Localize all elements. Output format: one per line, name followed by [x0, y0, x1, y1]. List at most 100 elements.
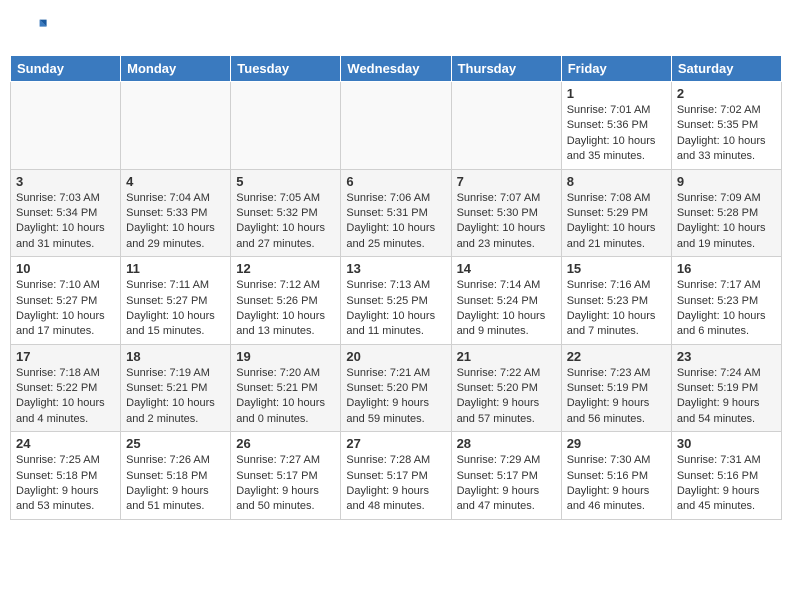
calendar-cell: 1 Sunrise: 7:01 AM Sunset: 5:36 PM Daylig…	[561, 82, 671, 170]
cell-info: Sunrise: 7:02 AM Sunset: 5:35 PM Dayligh…	[677, 103, 776, 165]
day-number: 3	[16, 174, 115, 189]
day-number: 15	[567, 261, 666, 276]
day-number: 25	[126, 436, 225, 451]
calendar-cell	[121, 82, 231, 170]
cell-info: Sunrise: 7:29 AM Sunset: 5:17 PM Dayligh…	[457, 453, 556, 515]
calendar-cell: 22Sunrise: 7:23 AM Sunset: 5:19 PM Dayli…	[561, 344, 671, 432]
calendar-cell: 18 Sunrise: 7:19 AM Sunset: 5:21 PM Dayli…	[121, 344, 231, 432]
cell-info: Sunrise: 7:21 AM Sunset: 5:20 PM Dayligh…	[346, 366, 445, 428]
cell-info: Sunrise: 7:25 AM Sunset: 5:18 PM Dayligh…	[16, 453, 115, 515]
calendar-table: SundayMondayTuesdayWednesdayThursdayFrid…	[10, 55, 782, 520]
day-number: 23	[677, 349, 776, 364]
calendar-week-row: 1 Sunrise: 7:01 AM Sunset: 5:36 PM Daylig…	[11, 82, 782, 170]
cell-info: Sunrise: 7:09 AM Sunset: 5:28 PM Dayligh…	[677, 191, 776, 253]
calendar-cell: 5 Sunrise: 7:05 AM Sunset: 5:32 PM Daylig…	[231, 169, 341, 257]
cell-info: Sunrise: 7:24 AM Sunset: 5:19 PM Dayligh…	[677, 366, 776, 428]
calendar-cell: 14 Sunrise: 7:14 AM Sunset: 5:24 PM Dayli…	[451, 257, 561, 345]
calendar-cell: 16 Sunrise: 7:17 AM Sunset: 5:23 PM Dayli…	[671, 257, 781, 345]
day-number: 19	[236, 349, 335, 364]
cell-info: Sunrise: 7:19 AM Sunset: 5:21 PM Dayligh…	[126, 366, 225, 428]
calendar-cell: 25 Sunrise: 7:26 AM Sunset: 5:18 PM Dayli…	[121, 432, 231, 520]
cell-info: Sunrise: 7:07 AM Sunset: 5:30 PM Dayligh…	[457, 191, 556, 253]
cell-info: Sunrise: 7:31 AM Sunset: 5:16 PM Dayligh…	[677, 453, 776, 515]
calendar-cell: 13 Sunrise: 7:13 AM Sunset: 5:25 PM Dayli…	[341, 257, 451, 345]
weekday-header-monday: Monday	[121, 56, 231, 82]
day-number: 20	[346, 349, 445, 364]
weekday-header-thursday: Thursday	[451, 56, 561, 82]
calendar-week-row: 17 Sunrise: 7:18 AM Sunset: 5:22 PM Dayli…	[11, 344, 782, 432]
calendar-cell: 10Sunrise: 7:10 AM Sunset: 5:27 PM Dayli…	[11, 257, 121, 345]
day-number: 18	[126, 349, 225, 364]
weekday-header-saturday: Saturday	[671, 56, 781, 82]
calendar-cell: 30 Sunrise: 7:31 AM Sunset: 5:16 PM Dayli…	[671, 432, 781, 520]
cell-info: Sunrise: 7:27 AM Sunset: 5:17 PM Dayligh…	[236, 453, 335, 515]
day-number: 9	[677, 174, 776, 189]
day-number: 2	[677, 86, 776, 101]
calendar-cell	[231, 82, 341, 170]
calendar-cell: 27 Sunrise: 7:28 AM Sunset: 5:17 PM Dayli…	[341, 432, 451, 520]
logo	[20, 18, 50, 47]
day-number: 16	[677, 261, 776, 276]
day-number: 28	[457, 436, 556, 451]
day-number: 30	[677, 436, 776, 451]
cell-info: Sunrise: 7:10 AM Sunset: 5:27 PM Dayligh…	[16, 278, 115, 340]
cell-info: Sunrise: 7:30 AM Sunset: 5:16 PM Dayligh…	[567, 453, 666, 515]
calendar-cell: 3 Sunrise: 7:03 AM Sunset: 5:34 PM Daylig…	[11, 169, 121, 257]
calendar-cell: 23 Sunrise: 7:24 AM Sunset: 5:19 PM Dayli…	[671, 344, 781, 432]
calendar-week-row: 3 Sunrise: 7:03 AM Sunset: 5:34 PM Daylig…	[11, 169, 782, 257]
cell-info: Sunrise: 7:05 AM Sunset: 5:32 PM Dayligh…	[236, 191, 335, 253]
day-number: 17	[16, 349, 115, 364]
cell-info: Sunrise: 7:08 AM Sunset: 5:29 PM Dayligh…	[567, 191, 666, 253]
calendar-header-row: SundayMondayTuesdayWednesdayThursdayFrid…	[11, 56, 782, 82]
weekday-header-wednesday: Wednesday	[341, 56, 451, 82]
calendar-cell: 4Sunrise: 7:04 AM Sunset: 5:33 PM Daylig…	[121, 169, 231, 257]
logo-icon	[20, 14, 48, 42]
calendar-cell: 11 Sunrise: 7:11 AM Sunset: 5:27 PM Dayli…	[121, 257, 231, 345]
cell-info: Sunrise: 7:18 AM Sunset: 5:22 PM Dayligh…	[16, 366, 115, 428]
day-number: 1	[567, 86, 666, 101]
cell-info: Sunrise: 7:14 AM Sunset: 5:24 PM Dayligh…	[457, 278, 556, 340]
day-number: 29	[567, 436, 666, 451]
cell-info: Sunrise: 7:26 AM Sunset: 5:18 PM Dayligh…	[126, 453, 225, 515]
calendar-cell: 17 Sunrise: 7:18 AM Sunset: 5:22 PM Dayli…	[11, 344, 121, 432]
weekday-header-tuesday: Tuesday	[231, 56, 341, 82]
cell-info: Sunrise: 7:28 AM Sunset: 5:17 PM Dayligh…	[346, 453, 445, 515]
day-number: 22	[567, 349, 666, 364]
day-number: 13	[346, 261, 445, 276]
day-number: 7	[457, 174, 556, 189]
calendar-cell	[11, 82, 121, 170]
calendar-week-row: 24 Sunrise: 7:25 AM Sunset: 5:18 PM Dayli…	[11, 432, 782, 520]
day-number: 6	[346, 174, 445, 189]
calendar-week-row: 10Sunrise: 7:10 AM Sunset: 5:27 PM Dayli…	[11, 257, 782, 345]
calendar-cell: 8Sunrise: 7:08 AM Sunset: 5:29 PM Daylig…	[561, 169, 671, 257]
day-number: 11	[126, 261, 225, 276]
day-number: 5	[236, 174, 335, 189]
cell-info: Sunrise: 7:12 AM Sunset: 5:26 PM Dayligh…	[236, 278, 335, 340]
cell-info: Sunrise: 7:20 AM Sunset: 5:21 PM Dayligh…	[236, 366, 335, 428]
cell-info: Sunrise: 7:03 AM Sunset: 5:34 PM Dayligh…	[16, 191, 115, 253]
day-number: 4	[126, 174, 225, 189]
calendar-cell: 26 Sunrise: 7:27 AM Sunset: 5:17 PM Dayli…	[231, 432, 341, 520]
day-number: 12	[236, 261, 335, 276]
day-number: 24	[16, 436, 115, 451]
cell-info: Sunrise: 7:01 AM Sunset: 5:36 PM Dayligh…	[567, 103, 666, 165]
cell-info: Sunrise: 7:16 AM Sunset: 5:23 PM Dayligh…	[567, 278, 666, 340]
weekday-header-sunday: Sunday	[11, 56, 121, 82]
cell-info: Sunrise: 7:06 AM Sunset: 5:31 PM Dayligh…	[346, 191, 445, 253]
calendar-cell: 28 Sunrise: 7:29 AM Sunset: 5:17 PM Dayli…	[451, 432, 561, 520]
cell-info: Sunrise: 7:11 AM Sunset: 5:27 PM Dayligh…	[126, 278, 225, 340]
calendar-cell: 15 Sunrise: 7:16 AM Sunset: 5:23 PM Dayli…	[561, 257, 671, 345]
day-number: 26	[236, 436, 335, 451]
calendar-cell	[341, 82, 451, 170]
calendar-cell: 9 Sunrise: 7:09 AM Sunset: 5:28 PM Daylig…	[671, 169, 781, 257]
calendar-cell: 7 Sunrise: 7:07 AM Sunset: 5:30 PM Daylig…	[451, 169, 561, 257]
cell-info: Sunrise: 7:13 AM Sunset: 5:25 PM Dayligh…	[346, 278, 445, 340]
day-number: 14	[457, 261, 556, 276]
day-number: 21	[457, 349, 556, 364]
cell-info: Sunrise: 7:17 AM Sunset: 5:23 PM Dayligh…	[677, 278, 776, 340]
day-number: 27	[346, 436, 445, 451]
calendar-cell	[451, 82, 561, 170]
calendar-cell: 2 Sunrise: 7:02 AM Sunset: 5:35 PM Daylig…	[671, 82, 781, 170]
page-header	[10, 10, 782, 51]
calendar-cell: 19 Sunrise: 7:20 AM Sunset: 5:21 PM Dayli…	[231, 344, 341, 432]
